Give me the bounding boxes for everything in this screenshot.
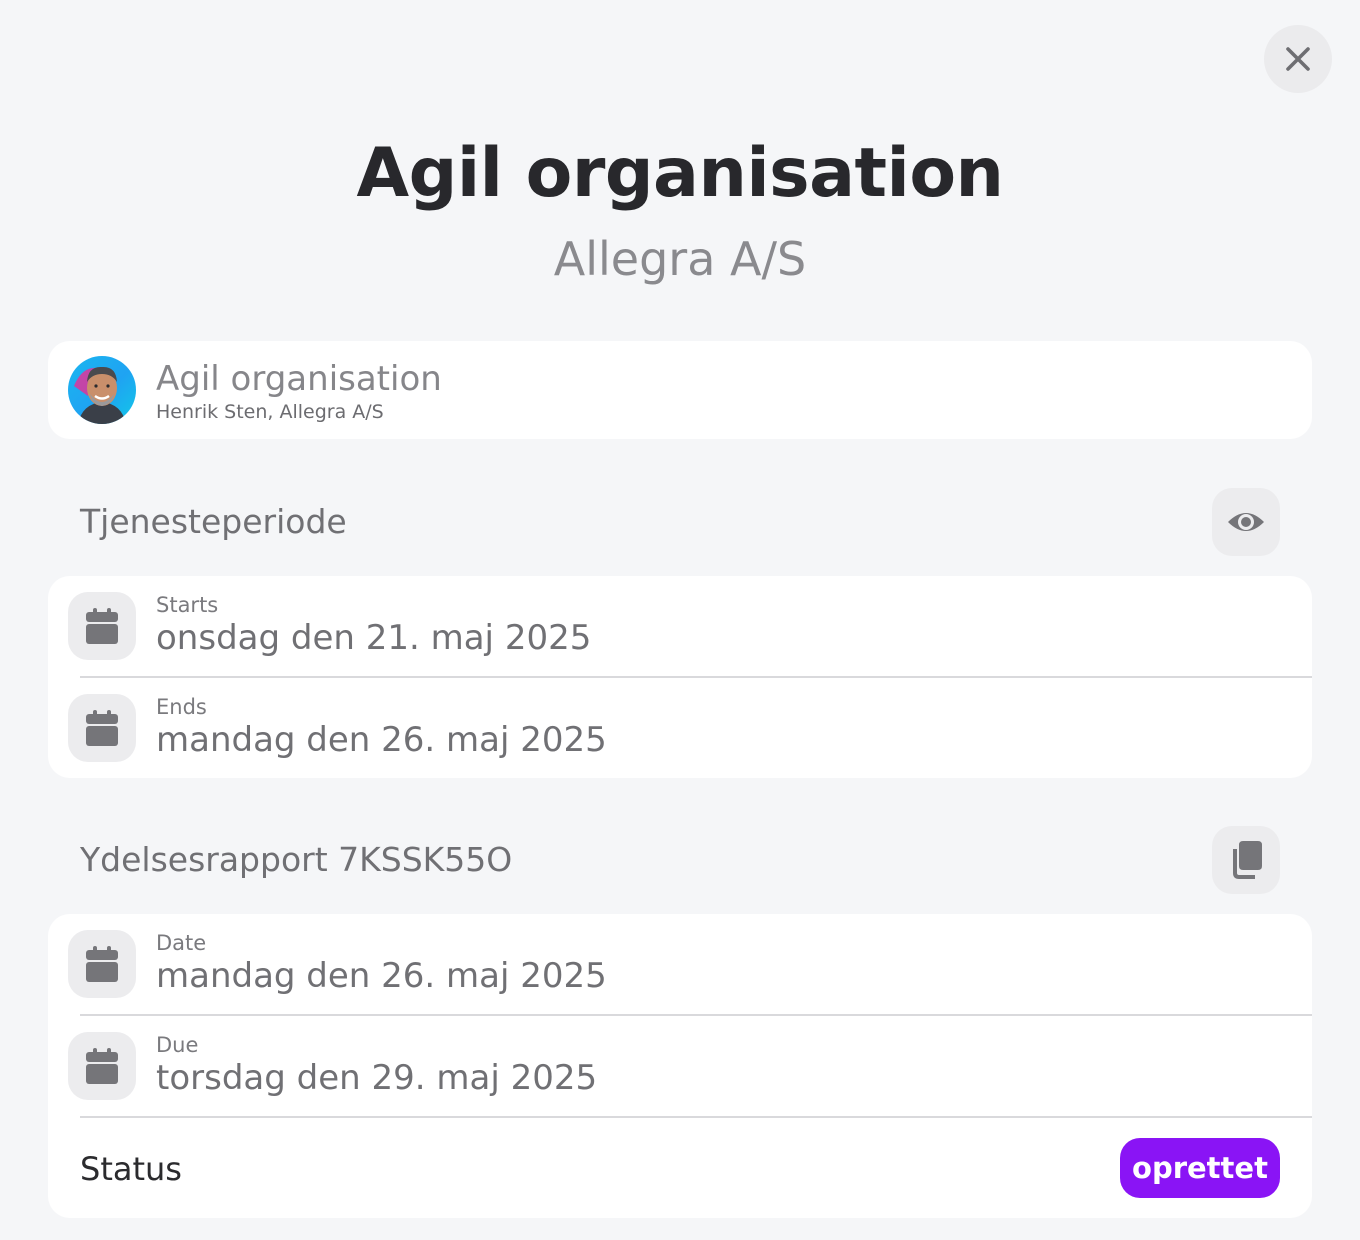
calendar-icon <box>86 710 118 746</box>
close-icon <box>1286 47 1310 71</box>
report-title: Ydelsesrapport 7KSSK55O <box>80 840 513 879</box>
service-period-title: Tjenesteperiode <box>80 502 347 541</box>
date-value: mandag den 26. maj 2025 <box>156 956 607 996</box>
page-subtitle: Allegra A/S <box>553 232 807 286</box>
calendar-icon-box <box>68 592 136 660</box>
eye-icon <box>1228 513 1264 531</box>
report-modal: Agil organisation Allegra A/S Agil organ… <box>0 0 1360 1240</box>
list-item: Date mandag den 26. maj 2025 <box>48 914 1312 1016</box>
due-value: torsdag den 29. maj 2025 <box>156 1058 598 1098</box>
status-label: Status <box>80 1150 182 1188</box>
client-detail: Henrik Sten, Allegra A/S <box>156 401 384 423</box>
client-name: Agil organisation <box>156 359 442 399</box>
calendar-icon-box <box>68 930 136 998</box>
start-value: onsdag den 21. maj 2025 <box>156 618 592 658</box>
calendar-icon-box <box>68 694 136 762</box>
list-item: Starts onsdag den 21. maj 2025 <box>48 576 1312 678</box>
date-label: Date <box>156 931 207 955</box>
due-label: Due <box>156 1033 199 1057</box>
avatar <box>68 356 136 424</box>
calendar-icon <box>86 1048 118 1084</box>
calendar-icon <box>86 946 118 982</box>
copy-button[interactable] <box>1212 826 1280 894</box>
status-badge[interactable]: oprettet <box>1120 1138 1280 1198</box>
client-card[interactable]: Agil organisation Henrik Sten, Allegra A… <box>48 341 1312 439</box>
start-label: Starts <box>156 593 219 617</box>
end-value: mandag den 26. maj 2025 <box>156 720 607 760</box>
view-button[interactable] <box>1212 488 1280 556</box>
list-item: Ends mandag den 26. maj 2025 <box>48 678 1312 780</box>
end-label: Ends <box>156 695 207 719</box>
list-item: Due torsdag den 29. maj 2025 <box>48 1016 1312 1118</box>
page-title: Agil organisation <box>356 134 1004 213</box>
calendar-icon <box>86 608 118 644</box>
close-button[interactable] <box>1264 25 1332 93</box>
copy-icon <box>1233 841 1262 879</box>
calendar-icon-box <box>68 1032 136 1100</box>
service-period-card: Starts onsdag den 21. maj 2025 Ends mand… <box>48 576 1312 778</box>
